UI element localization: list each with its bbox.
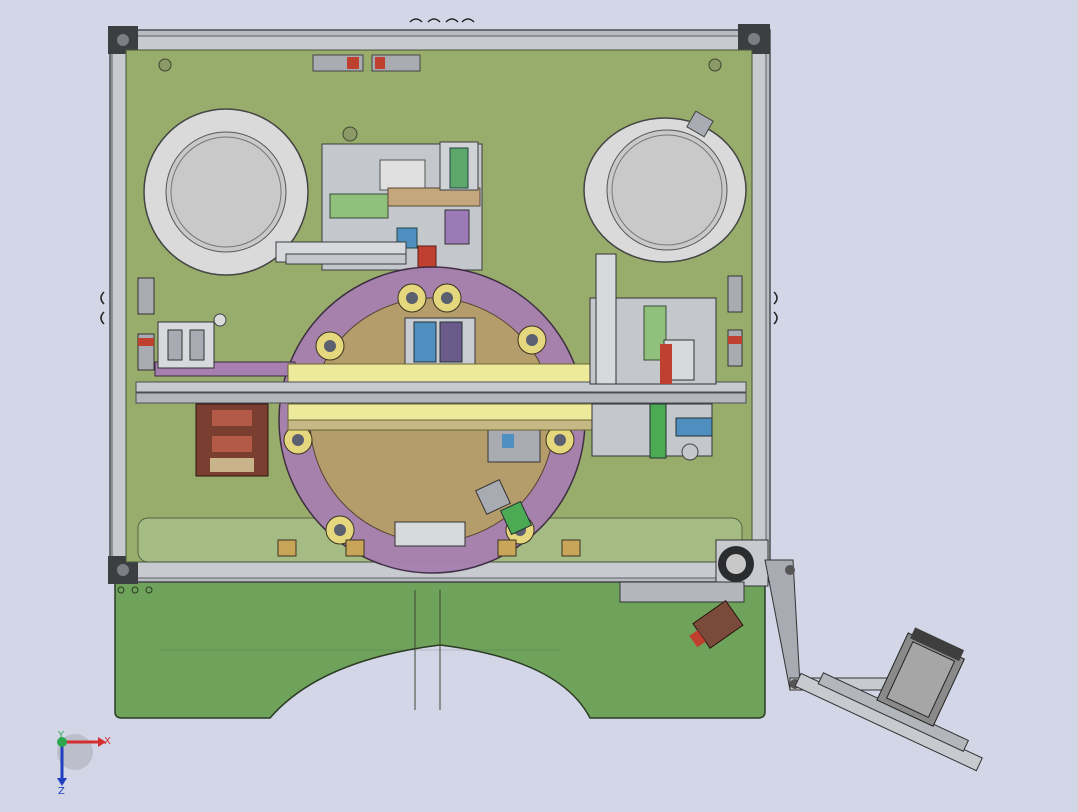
- x-axis-label: X: [104, 736, 111, 747]
- stepper-motor: [794, 627, 983, 772]
- z-axis-label: Z: [58, 786, 65, 797]
- cad-viewport[interactable]: X Y Z: [0, 0, 1078, 808]
- coordinate-triad: X Y Z: [57, 730, 111, 797]
- assembly-drawing: X Y Z: [57, 18, 983, 797]
- y-axis-label: Y: [57, 730, 65, 741]
- crank-arm: [764, 559, 891, 691]
